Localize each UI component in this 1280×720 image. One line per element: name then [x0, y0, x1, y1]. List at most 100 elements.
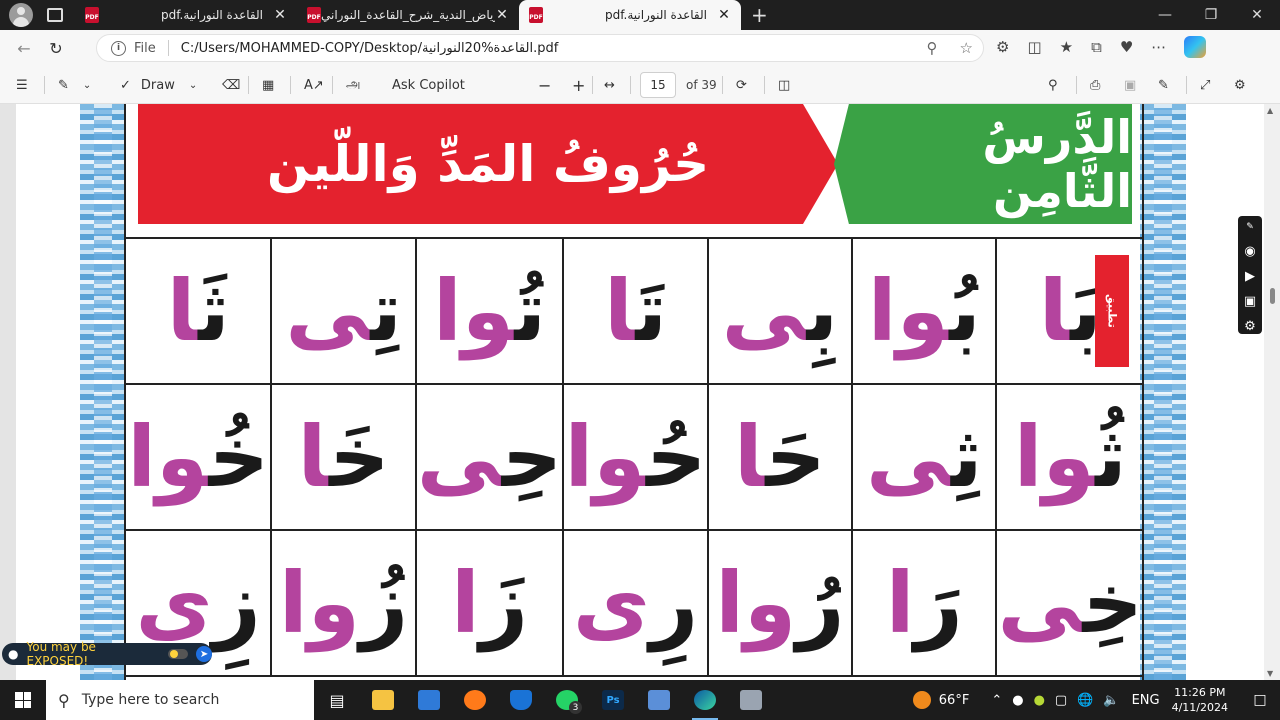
scroll-down-icon[interactable]: ▼	[1267, 669, 1273, 678]
page-number-input[interactable]: 15	[640, 72, 676, 98]
save-as-icon[interactable]: ✎	[1158, 66, 1169, 104]
collections-icon[interactable]: ⧉	[1091, 38, 1102, 56]
extensions-icon[interactable]: ⚙	[996, 38, 1009, 56]
tab-close-icon[interactable]: ✕	[273, 7, 287, 23]
firefox-icon[interactable]	[452, 680, 498, 720]
tab-1[interactable]: PDF pdf.القاعدة النورانية ✕	[75, 0, 297, 30]
copilot-icon[interactable]	[1184, 36, 1207, 58]
tab-2[interactable]: PDF الرياض_الندية_شرح_القاعدة_النوراني ✕	[297, 0, 519, 30]
url-input[interactable]: i File C:/Users/MOHAMMED-COPY/Desktop/ال…	[96, 34, 984, 62]
vertical-scrollbar[interactable]: ▲ ▼	[1264, 104, 1280, 680]
page-total: of 39	[686, 78, 717, 92]
chevron-down-icon[interactable]: ⌄	[83, 80, 91, 91]
rotate-icon[interactable]: ⟳	[736, 66, 747, 104]
madd-letter: وا	[715, 554, 797, 652]
tray-app-icon[interactable]: ▢	[1055, 693, 1067, 708]
translate-icon[interactable]: அ	[346, 66, 360, 104]
url-text: C:/Users/MOHAMMED-COPY/Desktop/القاعدة%2…	[180, 40, 559, 56]
lesson-banner: الدَّرسُ الثَّامِن	[834, 104, 1132, 224]
app-icon[interactable]	[728, 680, 774, 720]
save-icon[interactable]: ▣	[1124, 66, 1136, 104]
scroll-up-icon[interactable]: ▲	[1267, 106, 1273, 115]
fit-page-icon[interactable]: ↔	[604, 66, 615, 104]
address-bar: ← ↻ i File C:/Users/MOHAMMED-COPY/Deskto…	[0, 30, 1280, 66]
chevron-up-icon[interactable]: ⌃	[991, 693, 1002, 708]
performance-icon[interactable]: ♥	[1120, 38, 1133, 56]
split-screen-icon[interactable]: ◫	[1027, 38, 1041, 56]
letter-word: زِى	[136, 561, 261, 645]
video-icon[interactable]: ▶	[1245, 268, 1255, 286]
vpn-toggle[interactable]	[168, 649, 189, 659]
madd-letter: ا	[885, 554, 915, 652]
eraser-icon[interactable]: ⌫	[222, 66, 240, 104]
pdf-viewport[interactable]: حُرُوفُ المَدِّ وَاللّين الدَّرسُ الثَّا…	[0, 104, 1280, 680]
tab-close-icon[interactable]: ✕	[495, 7, 509, 23]
favorite-star-icon[interactable]: ☆	[960, 39, 973, 57]
read-aloud-icon[interactable]: A↗	[304, 66, 324, 104]
clock-time: 11:26 PM	[1174, 686, 1226, 699]
highlight-icon[interactable]: ✎ ⌄	[58, 66, 91, 104]
store-icon[interactable]	[406, 680, 452, 720]
edge-icon[interactable]	[682, 680, 728, 720]
task-view-icon[interactable]: ▤	[314, 680, 360, 720]
favorites-icon[interactable]: ★	[1060, 38, 1073, 56]
more-menu-icon[interactable]: ⋯	[1151, 38, 1166, 56]
new-tab-button[interactable]: +	[751, 3, 768, 27]
minimize-button[interactable]: —	[1142, 0, 1188, 30]
arrow-right-icon[interactable]: ➤	[196, 646, 212, 662]
search-icon[interactable]: ⚲	[1048, 66, 1058, 104]
profile-avatar[interactable]	[9, 3, 33, 27]
pin-icon[interactable]: ✎	[1246, 218, 1254, 236]
base-letter: ثَ	[198, 262, 230, 360]
settings-gear-icon[interactable]: ⚙	[1234, 66, 1246, 104]
refresh-icon[interactable]: ↻	[42, 34, 70, 62]
taskbar-search[interactable]: ⚲ Type here to search	[46, 680, 314, 720]
ask-copilot-button[interactable]: Ask Copilot	[392, 66, 465, 104]
decorative-border-left	[80, 104, 126, 680]
fullscreen-icon[interactable]: ⤢	[1200, 66, 1210, 104]
draw-button[interactable]: ✓ Draw ⌄	[120, 66, 197, 104]
network-icon[interactable]: 🌐	[1077, 693, 1093, 708]
clock[interactable]: 11:26 PM 4/11/2024	[1172, 685, 1228, 715]
photoshop-icon[interactable]: Ps	[590, 680, 636, 720]
window-capture-icon[interactable]: ▣	[1244, 293, 1256, 311]
page-view-icon[interactable]: ◫	[778, 66, 790, 104]
text-box-icon[interactable]: ▦	[262, 66, 274, 104]
back-arrow-icon[interactable]: ←	[10, 34, 38, 62]
network-app-icon[interactable]	[636, 680, 682, 720]
madd-letter: وا	[278, 554, 360, 652]
print-icon[interactable]: ⎙	[1090, 66, 1100, 104]
whatsapp-icon[interactable]: 3	[544, 680, 590, 720]
tab-close-icon[interactable]: ✕	[717, 7, 731, 23]
maximize-button[interactable]: ❐	[1188, 0, 1234, 30]
tab-3-active[interactable]: PDF pdf.القاعدة النورانية ✕	[519, 0, 741, 30]
start-button[interactable]	[0, 680, 46, 720]
base-letter: ثُ	[1095, 408, 1127, 506]
weather-sun-icon[interactable]	[912, 691, 931, 709]
weather-temp[interactable]: 66°F	[939, 693, 970, 708]
file-explorer-icon[interactable]	[360, 680, 406, 720]
zoom-in-button[interactable]: +	[572, 66, 585, 104]
madd-letter: وا	[564, 408, 646, 506]
vpn-warning[interactable]: ● You may be EXPOSED! ➤	[2, 640, 212, 668]
tray-app-icon[interactable]: ●	[1034, 693, 1045, 708]
topic-banner: حُرُوفُ المَدِّ وَاللّين	[138, 104, 838, 224]
scrollbar-thumb[interactable]	[1270, 288, 1275, 304]
defender-icon[interactable]	[498, 680, 544, 720]
info-icon[interactable]: i	[111, 40, 126, 56]
close-window-button[interactable]: ✕	[1234, 0, 1280, 30]
mic-icon[interactable]: ●	[1012, 693, 1023, 708]
volume-icon[interactable]: 🔈	[1103, 693, 1119, 708]
zoom-out-button[interactable]: −	[538, 66, 551, 104]
letter-word: تُوا	[433, 269, 546, 353]
contents-icon[interactable]: ☰	[16, 66, 28, 104]
settings-gear-icon[interactable]: ⚙	[1244, 318, 1256, 336]
zoom-icon[interactable]: ⚲	[927, 39, 938, 57]
notifications-icon[interactable]: □	[1240, 692, 1280, 708]
chevron-down-icon[interactable]: ⌄	[189, 80, 197, 91]
madd-letter: ى	[997, 554, 1083, 652]
letter-word: ثِى	[866, 415, 983, 499]
tab-actions-icon[interactable]	[47, 8, 63, 22]
language-indicator[interactable]: ENG	[1132, 693, 1160, 708]
camera-icon[interactable]: ◉	[1244, 243, 1255, 261]
